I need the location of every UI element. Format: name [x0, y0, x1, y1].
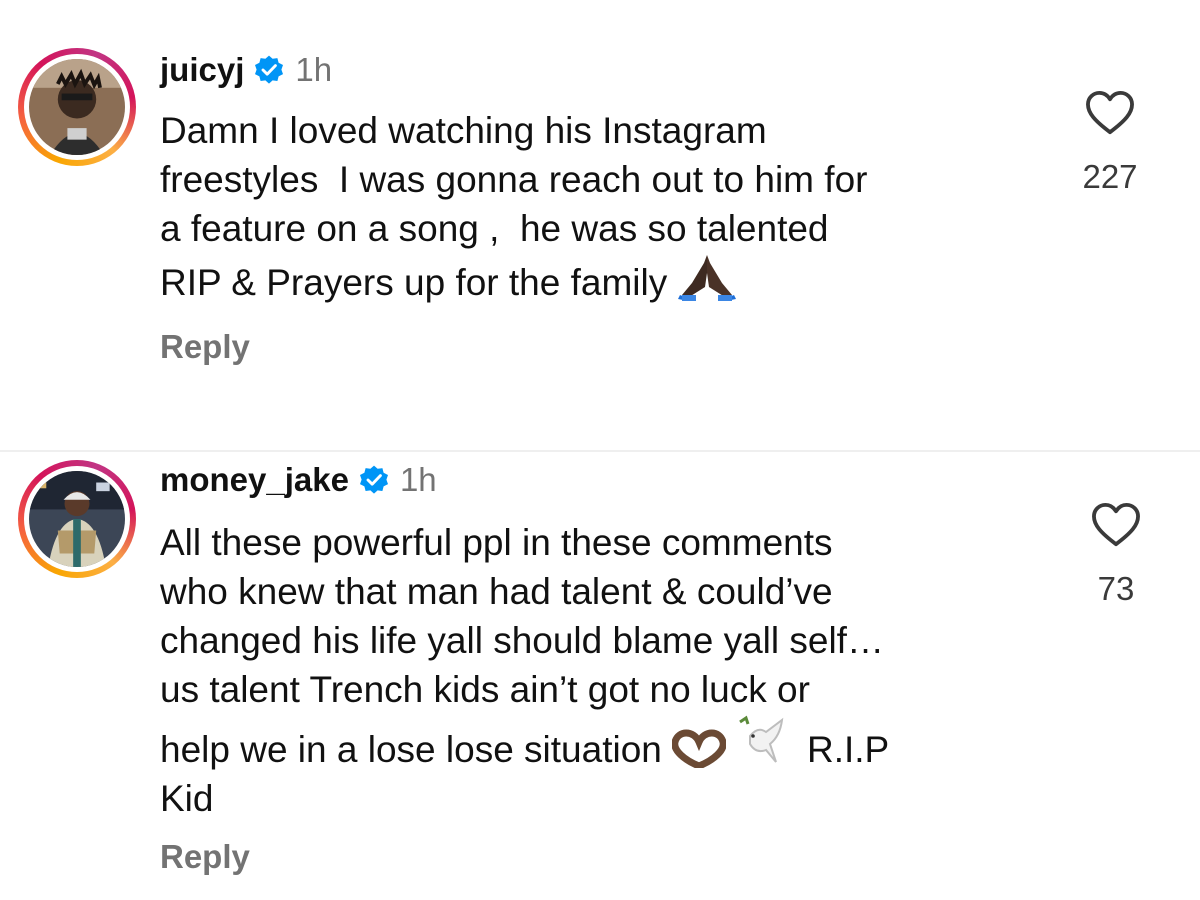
comment-line: help we in a lose lose situation [160, 729, 662, 770]
comment-text: Damn I loved watching his Instagram free… [160, 106, 1060, 307]
verified-badge-icon [359, 465, 388, 494]
comment-line: RIP & Prayers up for the family [160, 262, 668, 303]
like-control: 227 [1070, 90, 1150, 196]
like-count: 227 [1082, 158, 1138, 195]
username[interactable]: money_jake [160, 460, 349, 500]
avatar[interactable] [18, 460, 136, 578]
avatar[interactable] [18, 48, 136, 166]
comment-line: Kid [160, 778, 214, 819]
comment-item: money_jake 1h All these powerful ppl in … [0, 452, 1200, 900]
timestamp: 1h [399, 461, 437, 498]
timestamp: 1h [295, 51, 333, 88]
comment-header: money_jake 1h [160, 460, 437, 500]
comment-line: us talent Trench kids ain’t got no luck … [160, 669, 810, 710]
verified-badge-icon [255, 55, 284, 84]
comment-line: a feature on a song , he was so talented [160, 208, 829, 249]
reply-button[interactable]: Reply [160, 328, 250, 366]
heart-icon[interactable] [1085, 90, 1135, 136]
reply-button[interactable]: Reply [160, 838, 250, 876]
heart-icon[interactable] [1091, 502, 1141, 548]
like-count: 73 [1097, 570, 1135, 607]
comment-line: changed his life yall should blame yall … [160, 620, 884, 661]
comment-header: juicyj 1h [160, 50, 332, 90]
comment-line: R.I.P [807, 729, 890, 770]
username[interactable]: juicyj [160, 50, 244, 90]
heart-hands-icon [672, 729, 727, 768]
like-control: 73 [1076, 502, 1156, 608]
comment-text: All these powerful ppl in these comments… [160, 518, 1060, 823]
praying-hands-icon [677, 255, 736, 301]
dove-icon [739, 715, 784, 763]
comment-line: who knew that man had talent & could’ve [160, 571, 833, 612]
comment-line: All these powerful ppl in these comments [160, 522, 833, 563]
comment-item: juicyj 1h Damn I loved watching his Inst… [0, 0, 1200, 450]
comment-line: freestyles I was gonna reach out to him … [160, 159, 868, 200]
comment-line: Damn I loved watching his Instagram [160, 110, 767, 151]
